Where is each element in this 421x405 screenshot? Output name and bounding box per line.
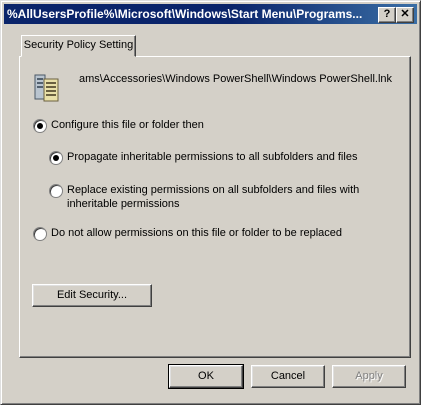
radio-configure[interactable] [33,119,47,133]
apply-button[interactable]: Apply [332,365,406,388]
radio-propagate[interactable] [49,151,63,165]
close-button[interactable]: ✕ [396,7,414,23]
radio-replace-label-line1[interactable]: Replace existing permissions on all subf… [67,184,359,196]
title-bar[interactable]: %AllUsersProfile%\Microsoft\Windows\Star… [4,4,417,24]
radio-configure-label[interactable]: Configure this file or folder then [51,119,204,131]
policy-dialog: %AllUsersProfile%\Microsoft\Windows\Star… [0,0,421,405]
window-title: %AllUsersProfile%\Microsoft\Windows\Star… [7,7,363,21]
cancel-button[interactable]: Cancel [251,365,325,388]
help-button[interactable]: ? [378,7,396,23]
tab-security-policy-setting[interactable]: Security Policy Setting [21,35,136,57]
edit-security-button[interactable]: Edit Security... [32,284,152,307]
radio-do-not-allow[interactable] [33,227,47,241]
file-path: ams\Accessories\Windows PowerShell\Windo… [79,73,393,85]
radio-propagate-label[interactable]: Propagate inheritable permissions to all… [67,151,357,163]
ok-button[interactable]: OK [168,364,244,389]
radio-do-not-allow-label[interactable]: Do not allow permissions on this file or… [51,227,342,239]
radio-dot [37,123,43,129]
radio-replace-label-line2[interactable]: inheritable permissions [67,198,180,210]
file-server-icon [34,74,59,102]
radio-dot [53,155,59,161]
radio-replace[interactable] [49,184,63,198]
